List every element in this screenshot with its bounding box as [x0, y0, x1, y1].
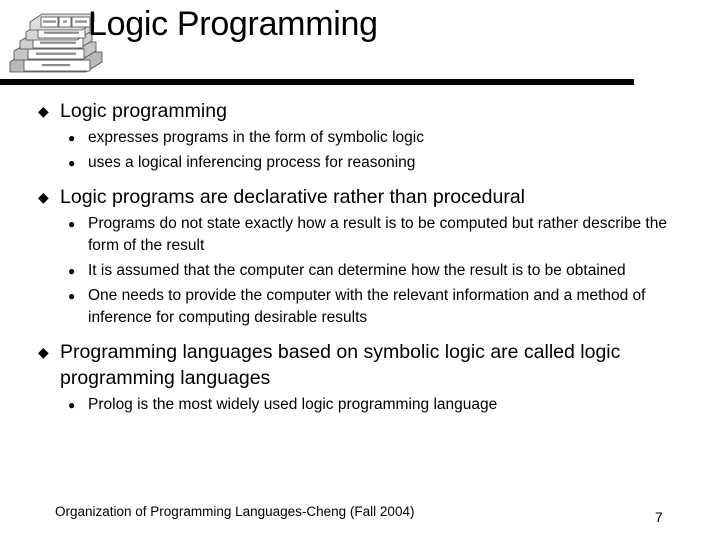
disc-bullet-icon: ● [68, 156, 76, 170]
bullet-level2-text: It is assumed that the computer can dete… [88, 262, 626, 279]
disc-bullet-icon: ● [68, 289, 76, 303]
title-divider-rule [0, 79, 634, 85]
page-number: 7 [655, 509, 663, 525]
diamond-bullet-icon: ◆ [38, 189, 49, 205]
bullet-level2-text: expresses programs in the form of symbol… [88, 129, 424, 146]
bullet-level2: ● Programs do not state exactly how a re… [0, 213, 720, 257]
bullet-level1: ◆ Logic programs are declarative rather … [0, 184, 720, 210]
bullet-level2-text: Programs do not state exactly how a resu… [88, 215, 667, 254]
bullet-level1-text: Logic programming [60, 100, 227, 122]
bullet-level2: ● One needs to provide the computer with… [0, 285, 720, 329]
bullet-level1: ◆ Logic programming [0, 98, 720, 124]
bullet-level2-text: uses a logical inferencing process for r… [88, 154, 416, 171]
bullet-level2: ● It is assumed that the computer can de… [0, 260, 720, 282]
disc-bullet-icon: ● [68, 217, 76, 231]
slide-body: ◆ Logic programming ● expresses programs… [0, 98, 720, 416]
bullet-level2: ● expresses programs in the form of symb… [0, 127, 720, 149]
bullet-level2-text: Prolog is the most widely used logic pro… [88, 396, 498, 413]
bullet-level1: ◆ Programming languages based on symboli… [0, 339, 720, 391]
bullet-level2: ● Prolog is the most widely used logic p… [0, 394, 720, 416]
disc-bullet-icon: ● [68, 131, 76, 145]
bullet-level2: ● uses a logical inferencing process for… [0, 152, 720, 174]
bullet-level1-text: Programming languages based on symbolic … [60, 341, 621, 389]
bullet-level2-text: One needs to provide the computer with t… [88, 287, 646, 326]
page-title: Logic Programming [88, 5, 378, 43]
bullet-group: ◆ Programming languages based on symboli… [0, 339, 720, 416]
diamond-bullet-icon: ◆ [38, 344, 49, 360]
bullet-group: ◆ Logic programs are declarative rather … [0, 184, 720, 329]
bullet-group: ◆ Logic programming ● expresses programs… [0, 98, 720, 174]
diamond-bullet-icon: ◆ [38, 103, 49, 119]
disc-bullet-icon: ● [68, 264, 76, 278]
disc-bullet-icon: ● [68, 398, 76, 412]
bullet-level1-text: Logic programs are declarative rather th… [60, 186, 526, 208]
slide-title-area: Logic Programming [0, 0, 720, 88]
footer-attribution: Organization of Programming Languages-Ch… [55, 504, 415, 519]
